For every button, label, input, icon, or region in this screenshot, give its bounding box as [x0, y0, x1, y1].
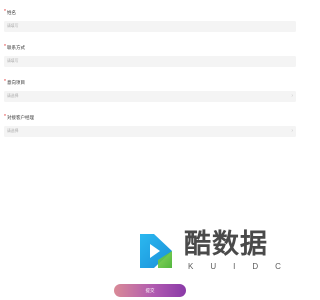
required-mark: * — [4, 114, 6, 120]
project-label-text: 意向项目 — [7, 80, 25, 85]
manager-select-placeholder: 请选择 — [7, 129, 19, 133]
submit-button[interactable]: 提交 — [114, 284, 186, 297]
chevron-right-icon: › — [291, 127, 293, 134]
required-mark: * — [4, 79, 6, 85]
project-select-placeholder: 请选择 — [7, 94, 19, 98]
project-label: * 意向项目 — [4, 79, 296, 86]
required-mark: * — [4, 9, 6, 15]
watermark: 酷数据 KUIDC — [132, 228, 282, 276]
manager-label-text: 对接客户经理 — [7, 115, 34, 120]
watermark-logo-icon — [140, 234, 172, 268]
contact-input-placeholder: 请填写 — [7, 59, 19, 63]
watermark-subtitle: KUIDC — [188, 262, 298, 271]
chevron-right-icon: › — [291, 92, 293, 99]
watermark-title: 酷数据 — [184, 229, 268, 259]
name-label-text: 姓名 — [7, 10, 16, 15]
contact-label-text: 联系方式 — [7, 45, 25, 50]
name-input-placeholder: 请填写 — [7, 24, 19, 28]
contact-label: * 联系方式 — [4, 44, 296, 51]
manager-label: * 对接客户经理 — [4, 114, 296, 121]
page: * 姓名 请填写 * 联系方式 请填写 * 意向项目 请选择 › * 对接客户经… — [0, 0, 300, 300]
contact-input[interactable]: 请填写 — [4, 56, 296, 67]
project-select[interactable]: 请选择 › — [4, 91, 296, 102]
manager-select[interactable]: 请选择 › — [4, 126, 296, 137]
form: * 姓名 请填写 * 联系方式 请填写 * 意向项目 请选择 › * 对接客户经… — [4, 9, 296, 137]
required-mark: * — [4, 44, 6, 50]
name-label: * 姓名 — [4, 9, 296, 16]
name-input[interactable]: 请填写 — [4, 21, 296, 32]
